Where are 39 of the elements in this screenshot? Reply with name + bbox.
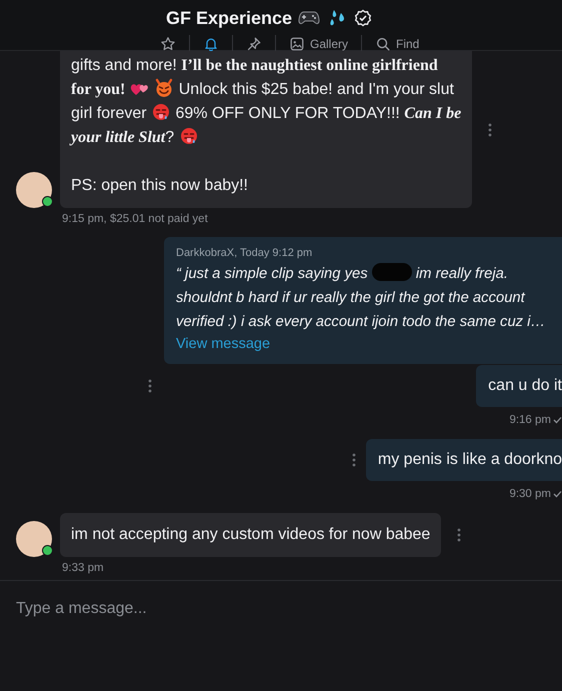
message-text: verified :) i ask every account ijoin todo the same cuz i…: [176, 314, 546, 330]
message-text: 69% OFF ONLY FOR TODAY!!! Can I be: [175, 105, 462, 122]
quote-author: DarkkobraX, Today 9:12 pm: [176, 247, 314, 259]
star-icon: [160, 36, 176, 52]
gallery-tab[interactable]: Gallery: [276, 35, 362, 52]
pin-icon: [246, 36, 262, 52]
search-icon: [375, 36, 392, 52]
message-text: “ just a simple clip saying yes: [176, 266, 368, 282]
message-bubble: my penis is like a doorkno: [366, 439, 562, 481]
message-text: PS: open this now baby!!: [71, 177, 248, 194]
bell-icon: [203, 36, 219, 52]
verified-badge-icon: [354, 9, 372, 27]
tongue-face-icon: [178, 126, 199, 146]
message-text: im really freja.: [416, 266, 508, 282]
devil-face-icon: [154, 78, 174, 98]
message-text: im not accepting any custom videos for now babee: [71, 526, 430, 543]
message-text: girl forever: [71, 105, 147, 122]
more-options-icon[interactable]: [488, 122, 492, 136]
message-time: 9:16 pm: [509, 414, 551, 426]
tongue-face-icon: [151, 102, 172, 122]
more-options-icon[interactable]: [352, 453, 356, 467]
find-tab[interactable]: Find: [362, 35, 432, 52]
message-time: 9:30 pm: [509, 488, 551, 500]
message-text: gifts and more! I’ll be the naughtiest online girlfriend: [71, 57, 438, 74]
message-input[interactable]: Type a message...: [16, 597, 536, 621]
redaction-mark: [372, 263, 412, 281]
message-bubble: can u do it: [476, 365, 562, 407]
gamepad-icon: [298, 10, 320, 26]
message-time: 9:33 pm: [61, 561, 105, 576]
more-options-icon[interactable]: [457, 528, 462, 542]
message-text: your little Slut?: [71, 129, 174, 146]
more-options-icon[interactable]: [148, 378, 152, 392]
message-time: 9:15 pm, $25.01 not paid yet: [61, 212, 209, 227]
view-message-link[interactable]: View message: [176, 334, 270, 354]
message-text: for you!: [71, 81, 126, 98]
message-text: shouldnt b hard if ur really the girl the got the account: [176, 290, 525, 306]
image-icon: [289, 36, 305, 52]
chat-title: GF Experience: [166, 8, 292, 28]
message-text: Unlock this $25 babe! and I'm your slut: [178, 81, 454, 98]
